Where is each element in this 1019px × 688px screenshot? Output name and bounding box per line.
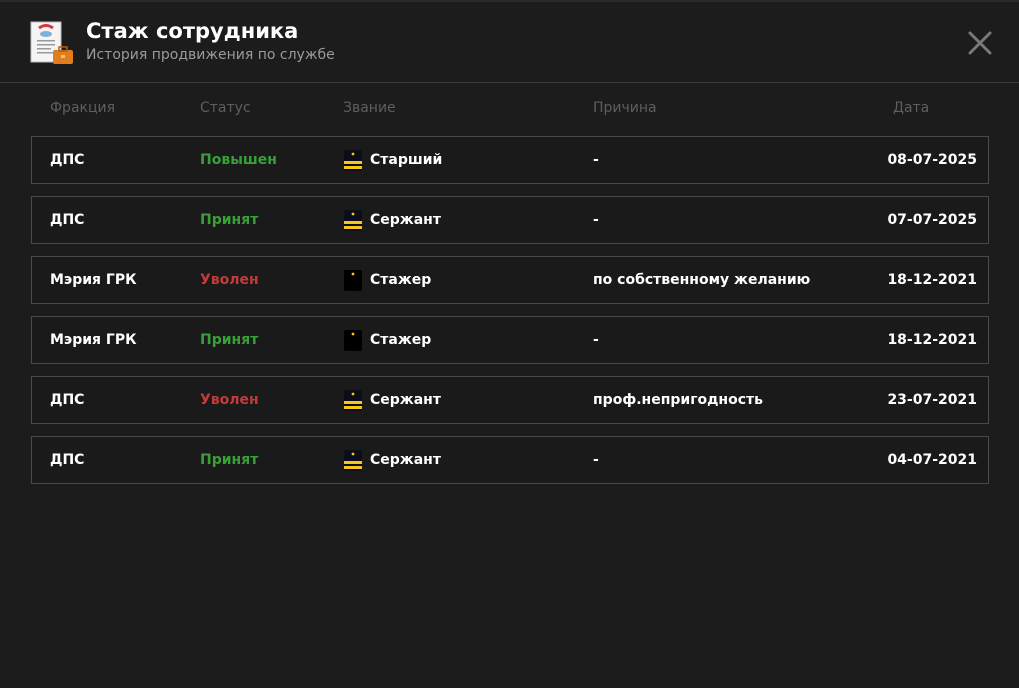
column-header-reason: Причина	[593, 100, 657, 116]
row-faction: ДПС	[50, 452, 85, 468]
row-status: Принят	[200, 212, 259, 228]
table-row[interactable]: ДПС Уволен Сержант проф.непригодность 23-07-…	[31, 376, 989, 424]
row-date: 04-07-2021	[887, 452, 977, 468]
row-date: 07-07-2025	[887, 212, 977, 228]
table-row[interactable]: ДПС Принят Сержант - 04-07-2021	[31, 436, 989, 484]
row-status: Уволен	[200, 272, 259, 288]
row-reason: -	[593, 212, 599, 228]
row-reason: проф.непригодность	[593, 392, 763, 408]
page-subtitle: История продвижения по службе	[86, 47, 335, 63]
column-header-status: Статус	[200, 100, 251, 116]
table-row[interactable]: Мэрия ГРК Принят Стажер - 18-12-2021	[31, 316, 989, 364]
header: Стаж сотрудника История продвижения по с…	[0, 2, 1019, 83]
row-date: 18-12-2021	[887, 332, 977, 348]
row-date: 23-07-2021	[887, 392, 977, 408]
row-date: 18-12-2021	[887, 272, 977, 288]
row-reason: -	[593, 152, 599, 168]
row-rank: Сержант	[370, 212, 441, 228]
close-icon[interactable]	[966, 29, 994, 57]
sergeant-shoulder-icon	[344, 210, 362, 231]
column-header-date: Дата	[893, 100, 930, 116]
table-row[interactable]: Мэрия ГРК Уволен Стажер по собственному жел…	[31, 256, 989, 304]
table-row[interactable]: ДПС Принят Сержант - 07-07-2025	[31, 196, 989, 244]
page-title: Стаж сотрудника	[86, 19, 299, 43]
row-status: Принят	[200, 452, 259, 468]
row-reason: по собственному желанию	[593, 272, 811, 288]
intern-shoulder-icon	[344, 270, 362, 291]
row-faction: Мэрия ГРК	[50, 272, 137, 288]
row-rank: Сержант	[370, 452, 441, 468]
row-date: 08-07-2025	[887, 152, 977, 168]
row-faction: Мэрия ГРК	[50, 332, 137, 348]
row-faction: ДПС	[50, 152, 85, 168]
history-table: ДПС Повышен Старший - 08-07-2025 ДПС Принят Сер…	[31, 136, 989, 496]
row-rank: Старший	[370, 152, 443, 168]
row-status: Повышен	[200, 152, 277, 168]
seniority-window: Стаж сотрудника История продвижения по с…	[0, 0, 1019, 688]
table-header: Фракция Статус Звание Причина Дата	[0, 100, 1019, 120]
table-row[interactable]: ДПС Повышен Старший - 08-07-2025	[31, 136, 989, 184]
document-briefcase-icon	[30, 21, 73, 64]
sergeant-shoulder-icon	[344, 150, 362, 171]
row-reason: -	[593, 332, 599, 348]
column-header-rank: Звание	[343, 100, 396, 116]
row-rank: Стажер	[370, 332, 432, 348]
sergeant-shoulder-icon	[344, 390, 362, 411]
column-header-faction: Фракция	[50, 100, 116, 116]
intern-shoulder-icon	[344, 330, 362, 351]
row-rank: Сержант	[370, 392, 441, 408]
row-status: Принят	[200, 332, 259, 348]
sergeant-shoulder-icon	[344, 450, 362, 471]
row-rank: Стажер	[370, 272, 432, 288]
row-reason: -	[593, 452, 599, 468]
row-status: Уволен	[200, 392, 259, 408]
row-faction: ДПС	[50, 392, 85, 408]
row-faction: ДПС	[50, 212, 85, 228]
